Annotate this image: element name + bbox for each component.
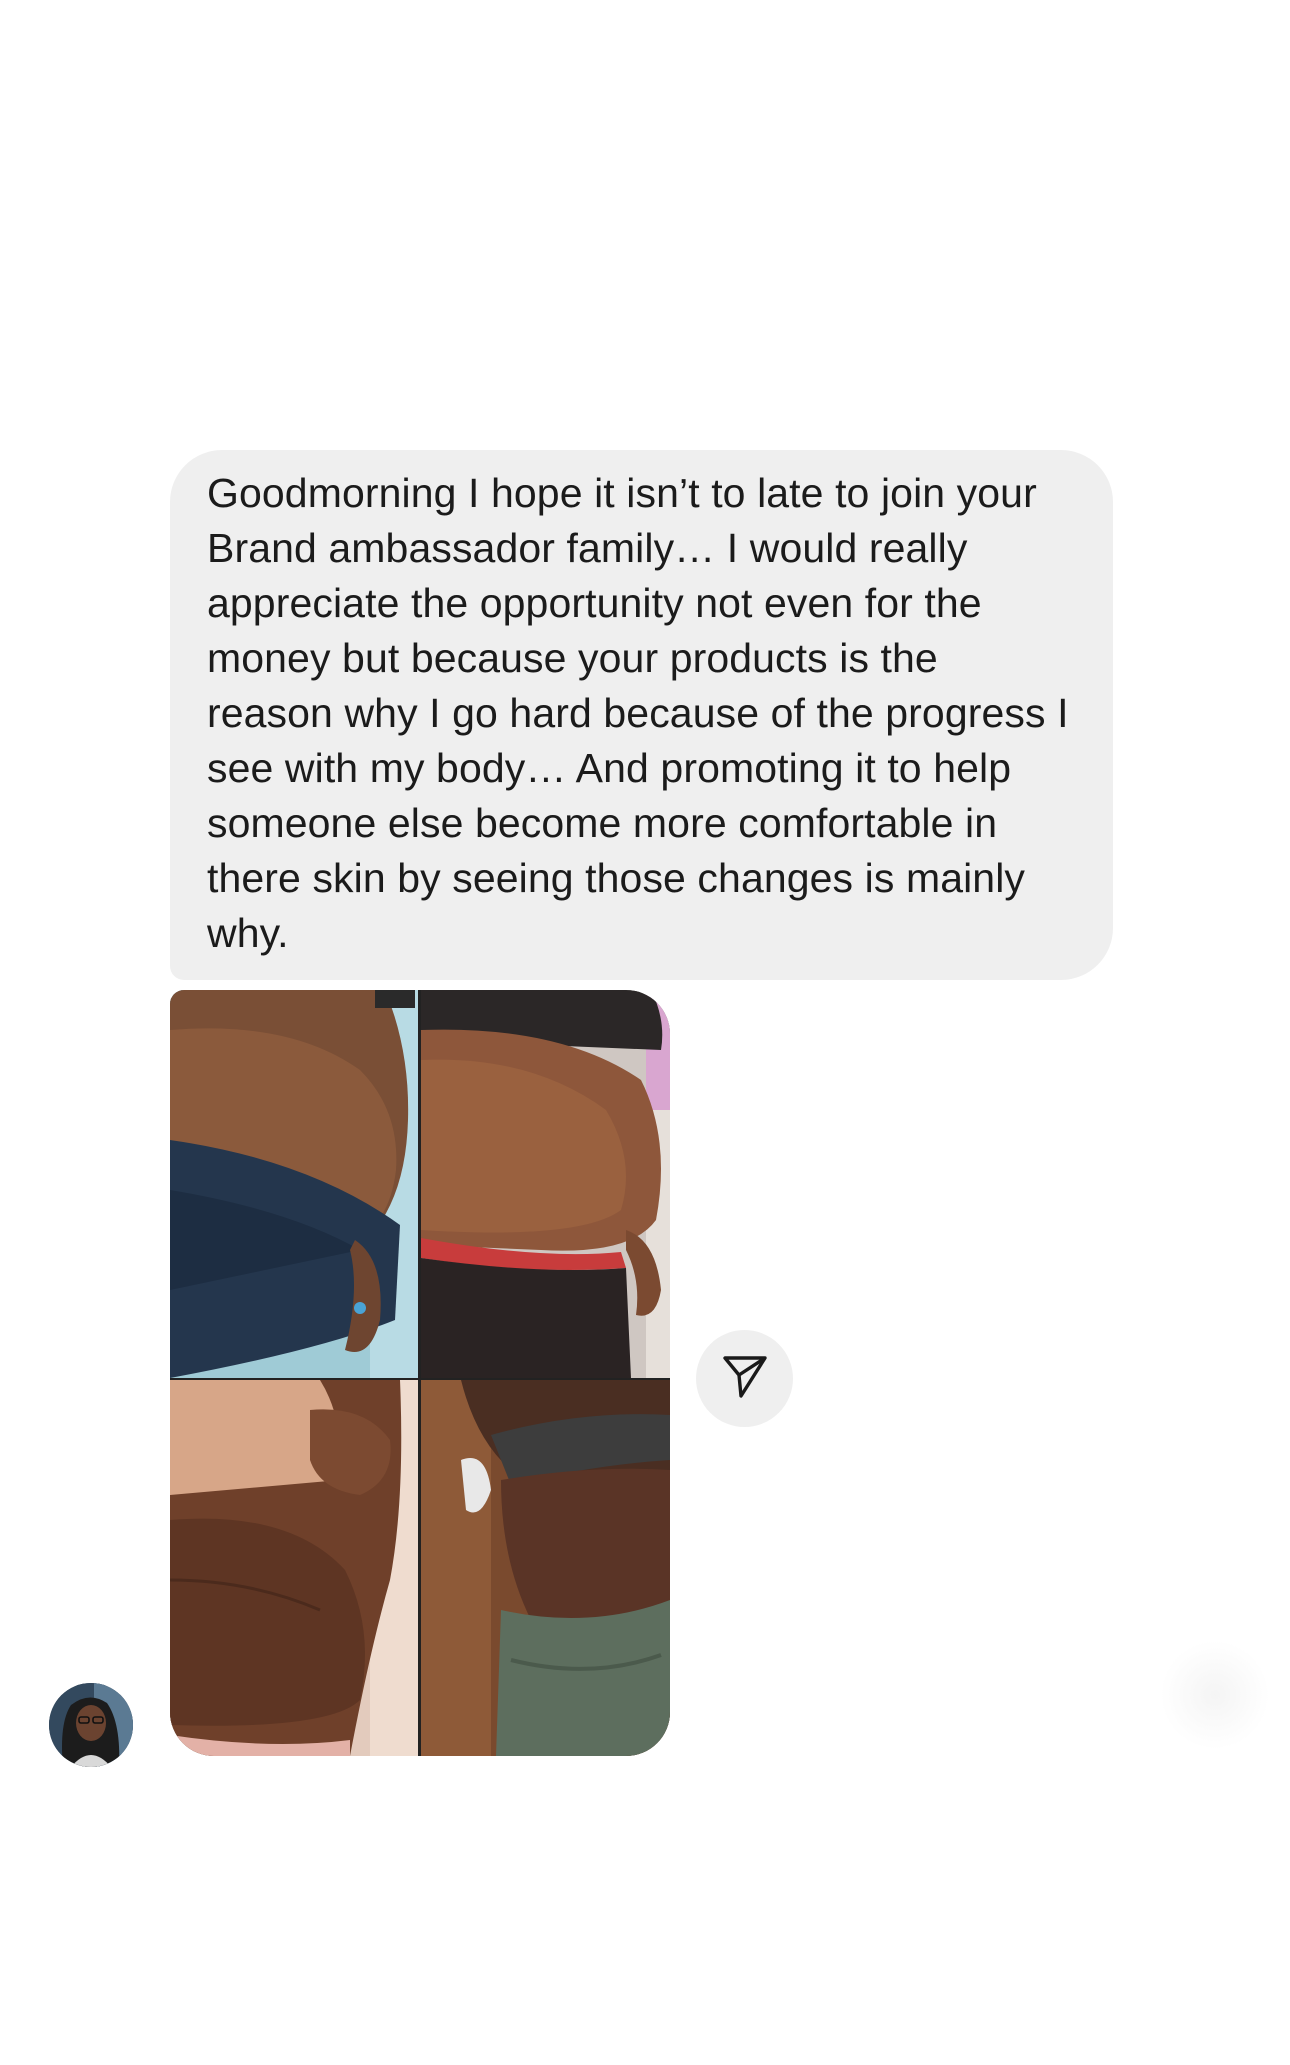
photo-panel-bottom-right bbox=[421, 1380, 670, 1756]
paper-plane-icon bbox=[722, 1353, 768, 1404]
message-thread: Goodmorning I hope it isn’t to late to j… bbox=[0, 0, 1290, 2065]
photo-panel-top-right bbox=[421, 990, 670, 1378]
photo-panel-bottom-left bbox=[170, 1380, 418, 1756]
message-bubble[interactable]: Goodmorning I hope it isn’t to late to j… bbox=[170, 450, 1113, 980]
photo-attachment[interactable] bbox=[170, 990, 670, 1756]
profile-avatar-icon bbox=[49, 1683, 133, 1767]
photo-panel-top-left bbox=[170, 990, 418, 1378]
avatar[interactable] bbox=[49, 1683, 133, 1767]
share-button[interactable] bbox=[696, 1330, 793, 1427]
message-text: Goodmorning I hope it isn’t to late to j… bbox=[207, 470, 1069, 956]
background-smudge bbox=[1160, 1640, 1270, 1750]
